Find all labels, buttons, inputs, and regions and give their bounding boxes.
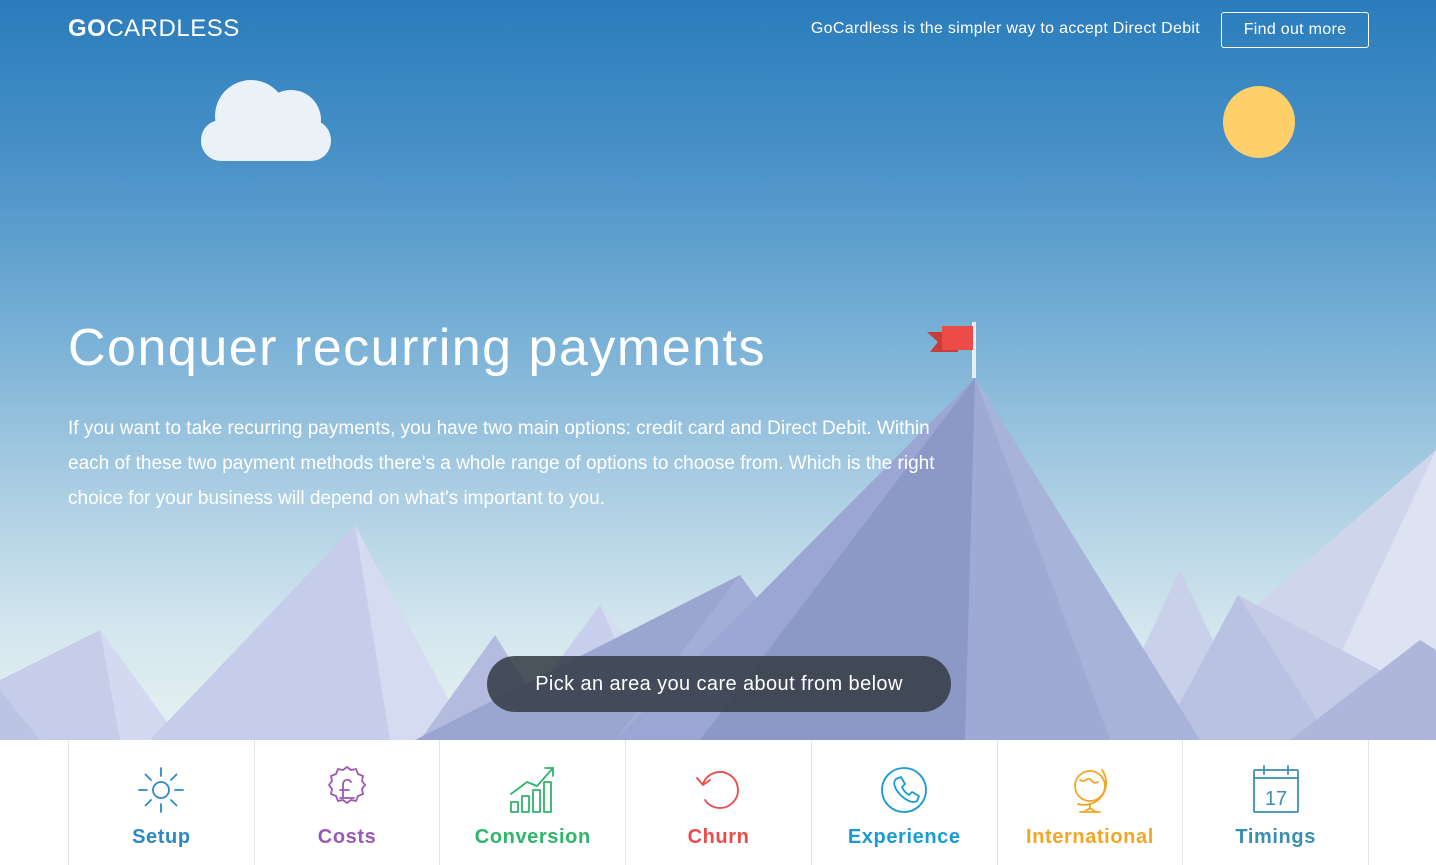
- tile-label-costs: Costs: [317, 826, 377, 848]
- calendar-day-number: 17: [1265, 788, 1287, 810]
- intro-paragraph: If you want to take recurring payments, …: [68, 418, 935, 509]
- find-out-more-button[interactable]: Find out more: [1221, 12, 1369, 48]
- category-tiles: Setup Costs Conversion Churn Experience …: [68, 740, 1370, 865]
- phone-icon: [881, 767, 928, 813]
- tile-churn[interactable]: Churn: [626, 740, 812, 865]
- page-title: Conquer recurring payments: [68, 319, 766, 377]
- tile-label-experience: Experience: [847, 826, 961, 848]
- header-tagline: GoCardless is the simpler way to accept …: [810, 20, 1200, 37]
- bar-chart-growth-icon: [509, 767, 554, 813]
- calendar-icon: 17: [1252, 765, 1299, 813]
- pound-coin-icon: [327, 765, 367, 805]
- gocardless-logo[interactable]: GOCARDLESS: [68, 15, 240, 43]
- globe-icon: [1074, 769, 1107, 813]
- cloud-illustration: [201, 80, 331, 161]
- refresh-arrow-icon: [695, 771, 739, 809]
- tile-experience[interactable]: Experience: [811, 740, 998, 865]
- sun-icon: [138, 767, 185, 813]
- tile-label-timings: Timings: [1235, 826, 1316, 848]
- tile-setup[interactable]: Setup: [69, 740, 255, 865]
- top-navigation-bar: GOCARDLESS GoCardless is the simpler way…: [0, 0, 1436, 60]
- logo-light-text: CARDLESS: [106, 15, 240, 42]
- logo-bold-text: GO: [68, 15, 107, 42]
- tile-conversion[interactable]: Conversion: [440, 740, 627, 865]
- sun-illustration: [1223, 86, 1295, 158]
- tile-label-international: International: [1026, 826, 1154, 848]
- hero-banner: GOCARDLESS GoCardless is the simpler way…: [0, 0, 1436, 740]
- tile-label-setup: Setup: [132, 826, 191, 848]
- tile-label-conversion: Conversion: [474, 826, 591, 848]
- tile-label-churn: Churn: [687, 826, 750, 848]
- tile-timings[interactable]: 17 Timings: [1183, 740, 1370, 865]
- pick-area-prompt: Pick an area you care about from below: [487, 656, 951, 712]
- tile-costs[interactable]: Costs: [254, 740, 441, 865]
- tile-international[interactable]: International: [997, 740, 1184, 865]
